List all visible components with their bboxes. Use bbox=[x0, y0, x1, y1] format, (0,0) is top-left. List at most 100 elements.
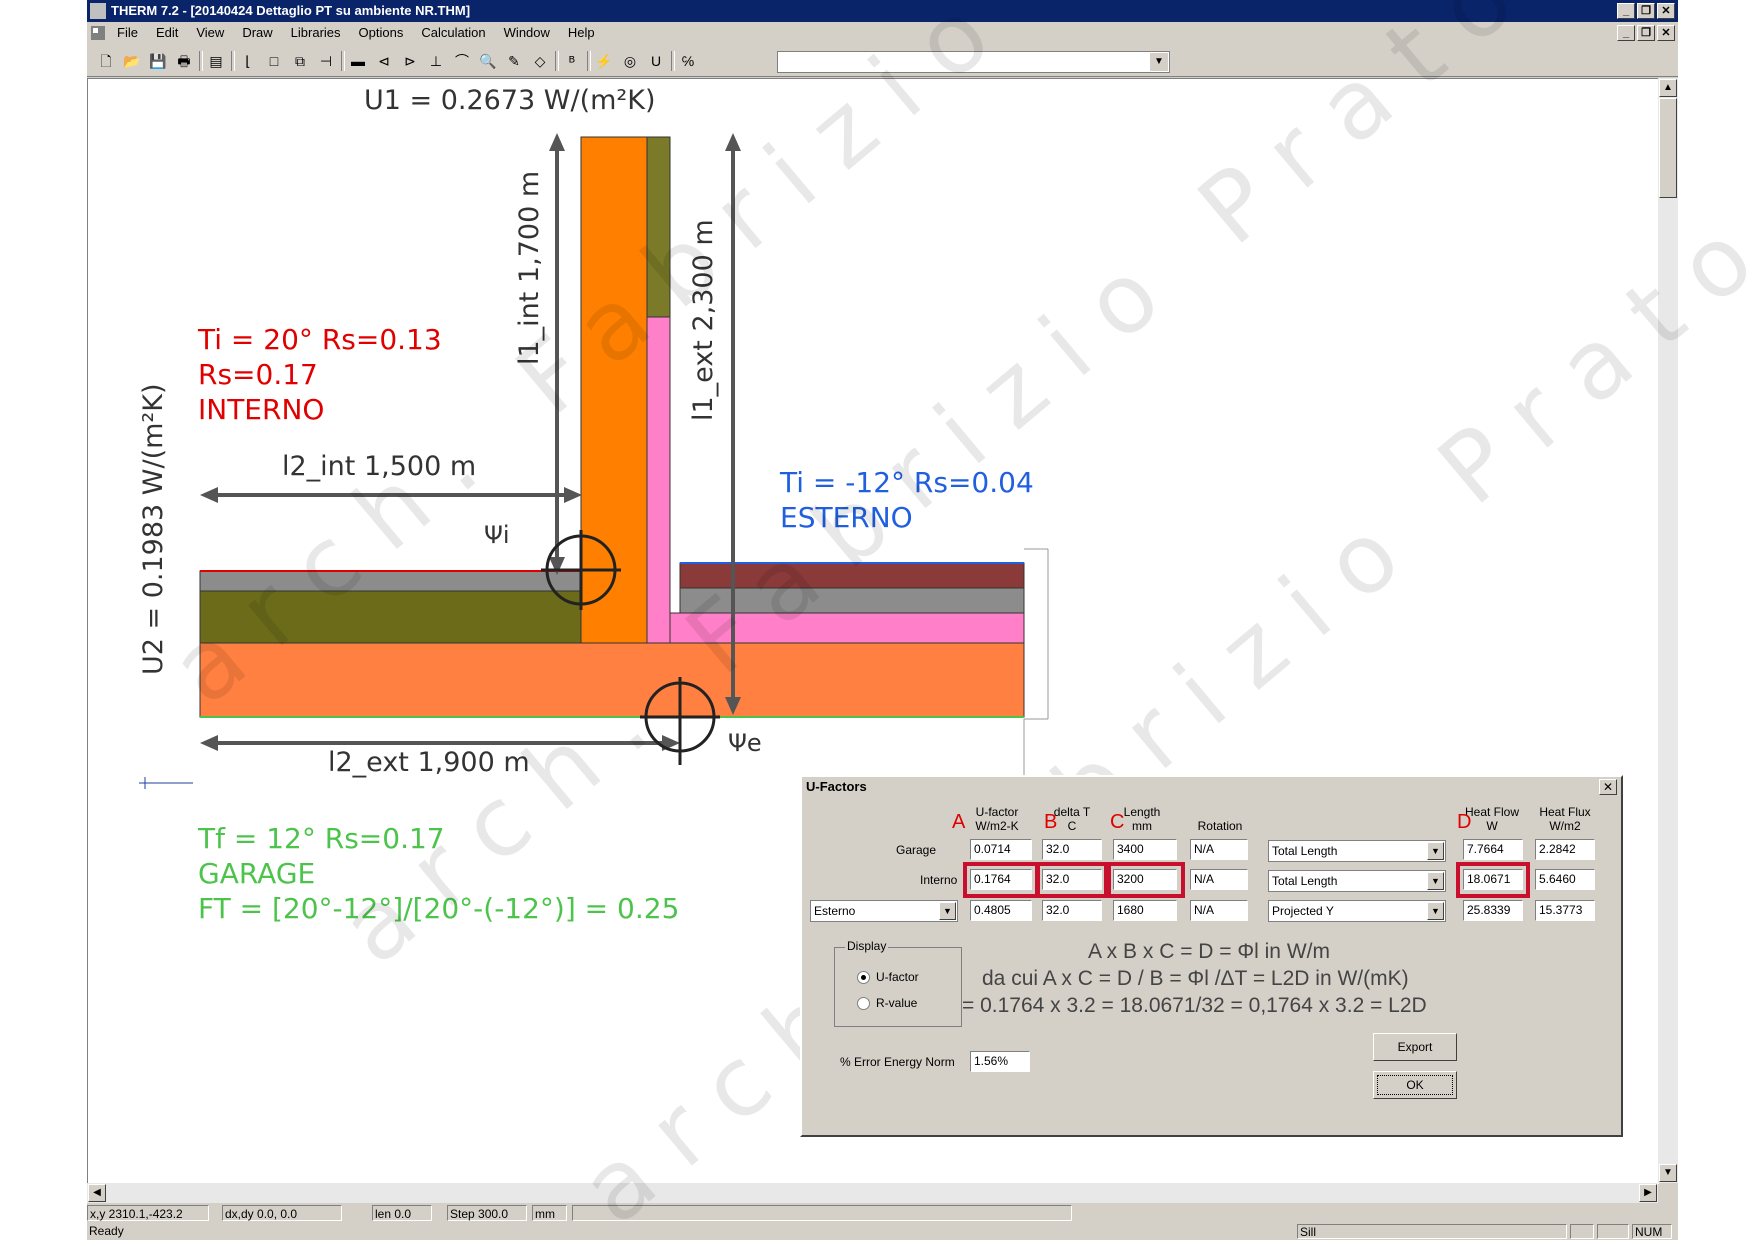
chevron-down-icon[interactable]: ▼ bbox=[1427, 842, 1444, 860]
menu-options[interactable]: Options bbox=[359, 25, 404, 40]
header-heatflux: Heat Flux W/m2 bbox=[1539, 805, 1591, 833]
highlight-d bbox=[1456, 862, 1530, 898]
radio-ufactor[interactable]: U-factor bbox=[857, 970, 919, 985]
horizontal-scrollbar[interactable]: ◀ ▶ bbox=[87, 1183, 1658, 1203]
esterno-boundary-select[interactable]: Esterno ▼ bbox=[810, 900, 958, 922]
esterno-length[interactable]: 1680 bbox=[1113, 900, 1177, 921]
menu-draw[interactable]: Draw bbox=[242, 25, 272, 40]
ok-button[interactable]: OK bbox=[1373, 1071, 1457, 1099]
highlight-c bbox=[1107, 862, 1185, 898]
interno-rotation[interactable]: N/A bbox=[1190, 869, 1248, 890]
new-file-icon[interactable]: 🗋 bbox=[95, 50, 117, 72]
display-group: Display U-factor R-value bbox=[834, 939, 962, 1027]
row-garage-label: Garage bbox=[896, 843, 937, 857]
status-ready: Ready bbox=[89, 1224, 124, 1238]
garage-ufactor[interactable]: 0.0714 bbox=[970, 839, 1032, 860]
esterno-heatflow[interactable]: 25.8339 bbox=[1463, 900, 1523, 921]
scroll-thumb[interactable] bbox=[1659, 98, 1677, 198]
menu-libraries[interactable]: Libraries bbox=[291, 25, 341, 40]
esterno-mode-select[interactable]: Projected Y ▼ bbox=[1268, 900, 1446, 922]
scroll-right-icon[interactable]: ▶ bbox=[1639, 1184, 1657, 1202]
esterno-deltat[interactable]: 32.0 bbox=[1042, 900, 1102, 921]
interno-label: Ti = 20° Rs=0.13 Rs=0.17 INTERNO bbox=[198, 323, 442, 426]
chevron-down-icon[interactable]: ▼ bbox=[939, 902, 956, 920]
rotate-icon[interactable]: ◇ bbox=[529, 50, 551, 72]
menu-window[interactable]: Window bbox=[504, 25, 550, 40]
results-icon[interactable]: ◎ bbox=[619, 50, 641, 72]
psi-e-label: Ψe bbox=[728, 729, 762, 757]
minimize-button[interactable]: _ bbox=[1617, 3, 1635, 19]
menu-file[interactable]: File bbox=[117, 25, 138, 40]
scroll-left-icon[interactable]: ◀ bbox=[88, 1184, 106, 1202]
formula-line-2: da cui A x C = D / B = Φl /ΔT = L2D in W… bbox=[982, 967, 1409, 990]
letter-a: A bbox=[952, 811, 966, 833]
insert-point-icon[interactable]: ⊳ bbox=[399, 50, 421, 72]
radio-rvalue[interactable]: R-value bbox=[857, 996, 917, 1011]
interno-heatflux[interactable]: 5.6460 bbox=[1535, 869, 1595, 890]
calculate-icon[interactable]: ⚡ bbox=[593, 50, 615, 72]
header-ufactor: U-factor W/m2-K bbox=[975, 805, 1019, 833]
menu-calculation[interactable]: Calculation bbox=[421, 25, 485, 40]
ufactor-icon[interactable]: U bbox=[645, 50, 667, 72]
menu-help[interactable]: Help bbox=[568, 25, 595, 40]
maximize-button[interactable]: ❐ bbox=[1637, 3, 1655, 19]
close-button[interactable]: ✕ bbox=[1657, 3, 1675, 19]
properties-icon[interactable]: ▤ bbox=[205, 50, 227, 72]
letter-c: C bbox=[1110, 811, 1125, 833]
menu-edit[interactable]: Edit bbox=[156, 25, 178, 40]
row-interno-label: Interno bbox=[920, 873, 958, 887]
move-point-icon[interactable]: ⊲ bbox=[373, 50, 395, 72]
dialog-title: U-Factors bbox=[802, 777, 1621, 797]
highlight-b bbox=[1036, 862, 1108, 898]
garage-mode-select[interactable]: Total Length ▼ bbox=[1268, 840, 1446, 862]
garage-heatflow[interactable]: 7.7664 bbox=[1463, 839, 1523, 860]
garage-heatflux[interactable]: 2.2842 bbox=[1535, 839, 1595, 860]
garage-length[interactable]: 3400 bbox=[1113, 839, 1177, 860]
app-icon bbox=[90, 3, 106, 19]
rectangle-icon[interactable]: □ bbox=[263, 50, 285, 72]
garage-deltat[interactable]: 32.0 bbox=[1042, 839, 1102, 860]
scroll-down-icon[interactable]: ▼ bbox=[1659, 1164, 1677, 1182]
header-rotation: Rotation bbox=[1197, 819, 1243, 833]
unit-readout: mm bbox=[532, 1205, 567, 1221]
len-readout: len 0.0 bbox=[372, 1205, 432, 1221]
ufactors-dialog: U-Factors ✕ U-factor W/m2-K delta TC Leng… bbox=[800, 775, 1623, 1137]
eyedropper-icon[interactable]: ✎ bbox=[503, 50, 525, 72]
doc-restore-button[interactable]: ❐ bbox=[1637, 25, 1655, 41]
align-icon[interactable]: ⊥ bbox=[425, 50, 447, 72]
status-bar: Ready Sill NUM bbox=[87, 1223, 1678, 1240]
step-readout: Step 300.0 bbox=[447, 1205, 527, 1221]
open-folder-icon[interactable]: 📂 bbox=[121, 50, 143, 72]
percent-icon[interactable]: ℅ bbox=[677, 50, 699, 72]
doc-close-button[interactable]: ✕ bbox=[1657, 25, 1675, 41]
garage-rotation[interactable]: N/A bbox=[1190, 839, 1248, 860]
polygon-icon[interactable]: ⧉ bbox=[289, 50, 311, 72]
esterno-rotation[interactable]: N/A bbox=[1190, 900, 1248, 921]
highlight-a bbox=[963, 862, 1039, 898]
chevron-down-icon[interactable]: ▼ bbox=[1427, 872, 1444, 890]
arc-icon[interactable]: ⌒ bbox=[451, 50, 473, 72]
fill-icon[interactable]: ▬ bbox=[347, 50, 369, 72]
error-label: % Error Energy Norm bbox=[840, 1055, 955, 1069]
print-icon[interactable]: 🖶 bbox=[173, 50, 195, 72]
save-icon[interactable]: 💾 bbox=[147, 50, 169, 72]
status-sill: Sill bbox=[1297, 1224, 1567, 1239]
export-button[interactable]: Export bbox=[1373, 1033, 1457, 1061]
letter-b: B bbox=[1044, 811, 1058, 833]
interno-mode-select[interactable]: Total Length ▼ bbox=[1268, 870, 1446, 892]
letter-d: D bbox=[1457, 811, 1472, 833]
menu-view[interactable]: View bbox=[196, 25, 224, 40]
psi-i-label: Ψi bbox=[484, 521, 510, 549]
esterno-heatflux[interactable]: 15.3773 bbox=[1535, 900, 1595, 921]
zoom-icon[interactable]: 🔍 bbox=[477, 50, 499, 72]
scroll-up-icon[interactable]: ▲ bbox=[1659, 79, 1677, 97]
dialog-close-icon[interactable]: ✕ bbox=[1599, 779, 1617, 795]
esterno-ufactor[interactable]: 0.4805 bbox=[970, 900, 1032, 921]
locate-icon[interactable]: ⌊ bbox=[237, 50, 259, 72]
document-icon[interactable] bbox=[90, 25, 106, 41]
chevron-down-icon[interactable]: ▼ bbox=[1150, 53, 1168, 71]
boundary-icon[interactable]: ᴮ bbox=[561, 50, 583, 72]
doc-minimize-button[interactable]: _ bbox=[1617, 25, 1635, 41]
point-icon[interactable]: ⊣ bbox=[315, 50, 337, 72]
chevron-down-icon[interactable]: ▼ bbox=[1427, 902, 1444, 920]
